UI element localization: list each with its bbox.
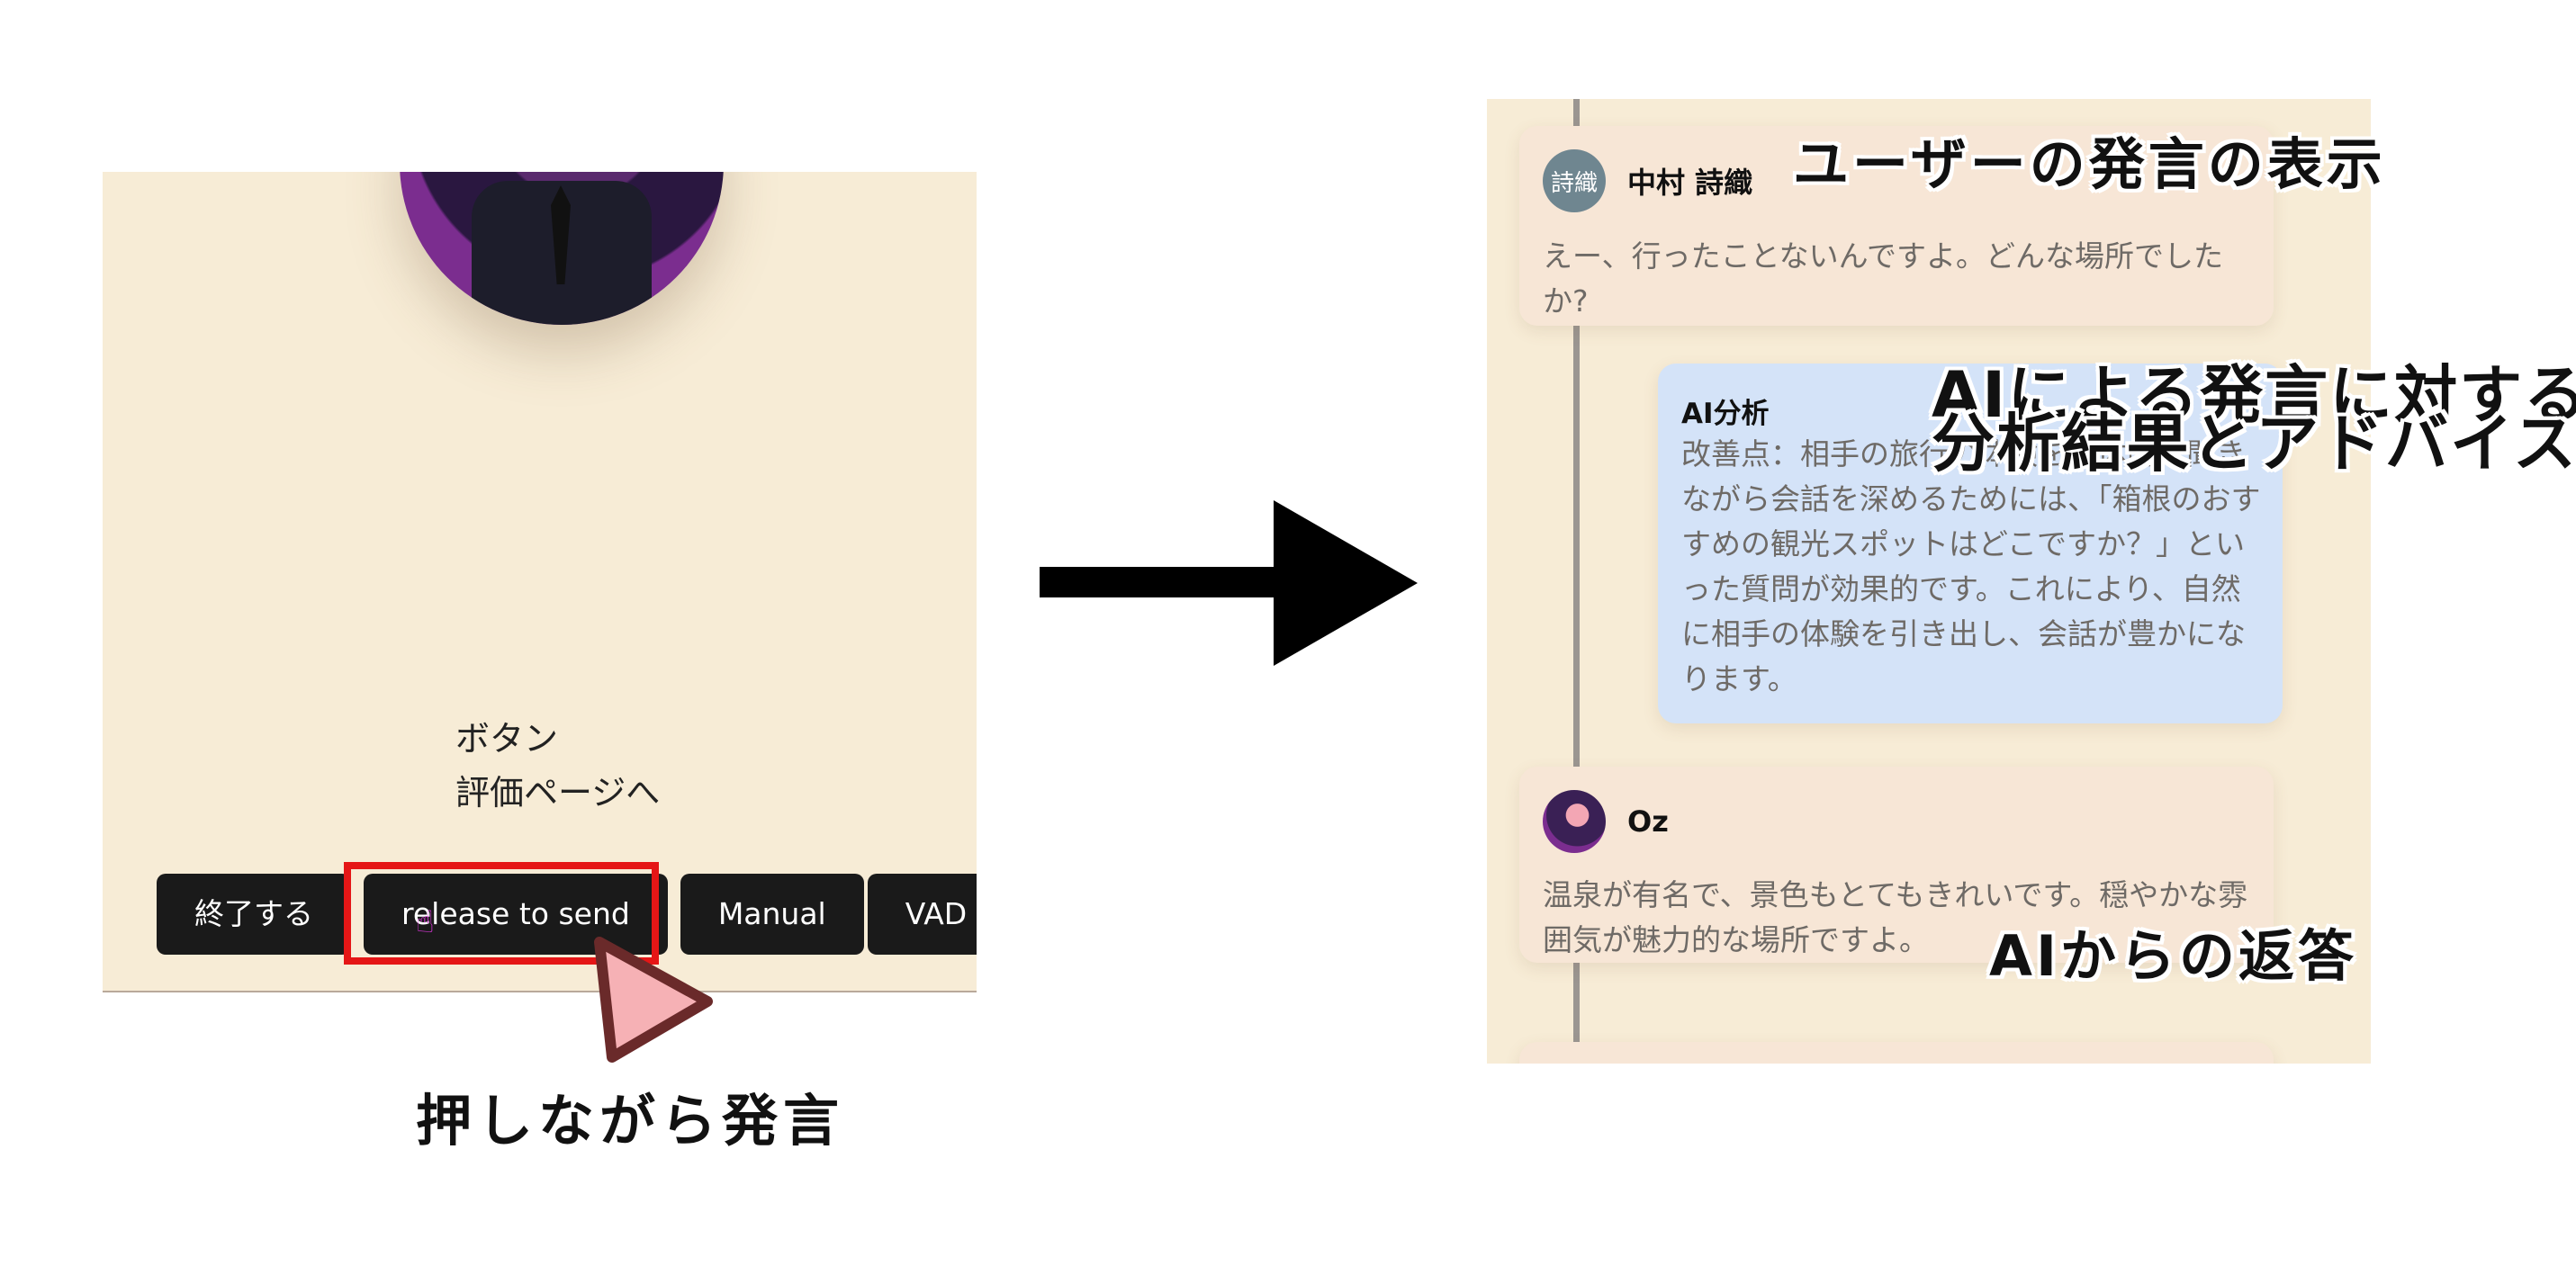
right-arrow-icon: [1040, 500, 1418, 666]
user-message-text: えー、行ったことないんですよ。どんな場所でしたか?: [1543, 238, 2224, 319]
hand-pointer-icon: ☝: [416, 904, 435, 940]
user-name: 中村 詩織: [1627, 166, 1753, 200]
vad-mode-button[interactable]: VAD: [867, 874, 977, 955]
push-to-talk-caption: 押しながら発言: [416, 1088, 845, 1154]
evaluation-link-label: ボタン 評価ページへ: [455, 712, 660, 820]
next-message-card: [1519, 1042, 2274, 1064]
end-button[interactable]: 終了する: [157, 874, 351, 955]
character-avatar: [400, 172, 724, 325]
oz-avatar: [1543, 790, 1606, 853]
ai-analysis-title: AI分析: [1681, 398, 1770, 430]
annotation-ai-reply: AIからの返答: [1989, 923, 2358, 989]
play-callout-icon: [594, 937, 713, 1063]
annotation-ai-analysis-line2: 分析結果とアドバイス: [1932, 407, 2576, 480]
user-avatar: 詩織: [1543, 149, 1606, 212]
button-label: ボタン: [455, 719, 559, 759]
ai-name: Oz: [1627, 804, 1669, 839]
annotation-user-message: ユーザーの発言の表示: [1793, 131, 2386, 197]
evaluation-page-label[interactable]: 評価ページへ: [455, 766, 660, 820]
